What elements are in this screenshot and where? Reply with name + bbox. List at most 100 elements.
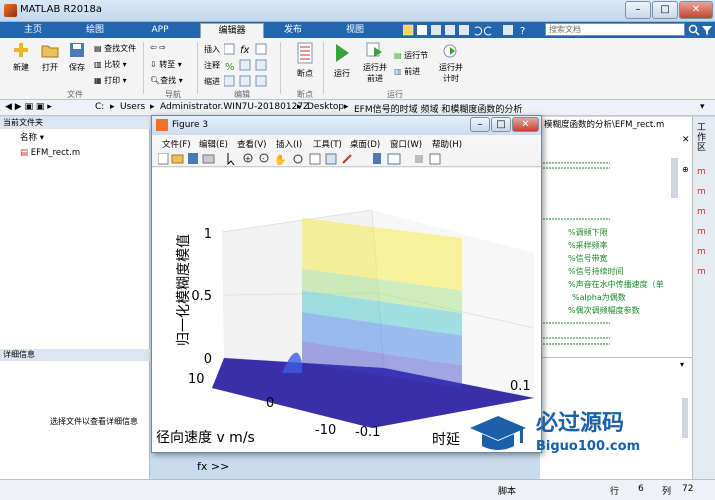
new-file-icon bbox=[14, 43, 28, 57]
save-button[interactable]: 保存 bbox=[64, 42, 90, 73]
group-bp-label: 断点 bbox=[297, 90, 313, 99]
menu-insert[interactable]: 插入(I) bbox=[276, 138, 302, 150]
x-tick-label: 0 bbox=[266, 396, 274, 411]
details-panel: 详细信息 选择文件以查看详细信息 bbox=[0, 349, 150, 479]
editor-panel[interactable]: 模糊度函数的分析\EFM_rect.m %调频下限 %采样频率 %信号带宽 %信… bbox=[540, 117, 692, 357]
path-segment[interactable]: Administrator.WIN7U-20180127Z bbox=[160, 102, 309, 112]
figure-icon bbox=[156, 119, 168, 131]
command-prompt[interactable]: fx >> bbox=[197, 460, 229, 473]
run-and-time-button[interactable]: 运行并 计时 bbox=[436, 42, 466, 84]
group-nav-label: 导航 bbox=[165, 90, 181, 99]
tab-publish[interactable]: 发布 bbox=[268, 22, 318, 38]
m-file-icon: m bbox=[697, 207, 706, 217]
tab-home[interactable]: 主页 bbox=[8, 22, 58, 38]
run-icon bbox=[336, 44, 349, 62]
tab-plots[interactable]: 绘图 bbox=[70, 22, 120, 38]
open-label: 打开 bbox=[42, 63, 58, 72]
code-comment: %偶次调频幅度参数 bbox=[568, 306, 640, 315]
path-segment[interactable]: Users bbox=[120, 102, 145, 112]
current-folder-panel: 当前文件夹 名称 ▾ ▤ EFM_rect.m bbox=[0, 117, 150, 349]
m-file-icon: m bbox=[697, 227, 706, 237]
chevron-down-icon[interactable]: ▾ bbox=[700, 102, 705, 112]
ribbon-separator bbox=[323, 42, 324, 94]
workspace-collapsed-bar[interactable]: 工作区 m m m m m m bbox=[692, 117, 715, 500]
path-segment[interactable]: EFM信号的时域 频域 和模糊度函数的分析 bbox=[354, 102, 522, 115]
print-button[interactable]: ▦ 打印 ▾ bbox=[94, 75, 127, 86]
col-label: 列 bbox=[662, 487, 672, 497]
workspace-label[interactable]: 工作区 bbox=[697, 123, 709, 153]
close-icon[interactable]: ✕ bbox=[682, 135, 690, 145]
file-list-item[interactable]: ▤ EFM_rect.m bbox=[20, 148, 80, 158]
svg-text:?: ? bbox=[520, 26, 525, 36]
chevron-down-icon[interactable]: ▾ bbox=[680, 360, 684, 369]
svg-text:%: % bbox=[225, 62, 235, 73]
tab-apps[interactable]: APP bbox=[135, 22, 185, 38]
filter-icon[interactable] bbox=[701, 24, 713, 36]
code-comment: %信号带宽 bbox=[568, 254, 608, 263]
watermark-logo: 必过源码 Biguo100.com bbox=[470, 410, 640, 454]
nav-arrows-icon[interactable]: ◀ ▶ ▣ ▣ ▸ bbox=[5, 102, 52, 112]
x-tick-label: 10 bbox=[188, 372, 205, 387]
code-comment: %信号持续时间 bbox=[568, 267, 624, 276]
find-button[interactable]: 🔍︎查找 ▾ bbox=[150, 75, 183, 86]
figure-toolbar-icons[interactable]: + - ✋ bbox=[158, 153, 458, 165]
figure-menu-bar: 文件(F) 编辑(E) 查看(V) 插入(I) 工具(T) 桌面(D) 窗口(W… bbox=[152, 135, 541, 151]
compare-button[interactable]: ▥ 比较 ▾ bbox=[94, 59, 127, 70]
matlab-logo-icon bbox=[4, 4, 17, 17]
back-forward-buttons[interactable]: ⇦ ⇨ bbox=[150, 43, 166, 52]
figure-title-bar[interactable]: Figure 3 – □ ✕ bbox=[152, 116, 541, 135]
path-separator: ▸ bbox=[150, 102, 155, 112]
col-value: 72 bbox=[682, 484, 694, 494]
m-file-icon: m bbox=[697, 267, 706, 277]
address-bar[interactable]: ◀ ▶ ▣ ▣ ▸ C: ▸ Users ▸ Administrator.WIN… bbox=[0, 100, 715, 116]
maximize-button[interactable]: □ bbox=[652, 1, 678, 19]
advance-button[interactable]: ▥ 前进 bbox=[394, 66, 420, 77]
name-column-header[interactable]: 名称 ▾ bbox=[20, 131, 44, 143]
new-button[interactable]: 新建 bbox=[6, 42, 36, 73]
search-icon[interactable] bbox=[688, 24, 700, 36]
insert-button[interactable]: 插入 bbox=[204, 44, 220, 55]
ribbon-separator bbox=[280, 42, 281, 94]
quick-access-toolbar[interactable]: ? bbox=[403, 24, 533, 36]
menu-desktop[interactable]: 桌面(D) bbox=[350, 138, 380, 150]
path-separator: ▸ bbox=[110, 102, 115, 112]
goto-button[interactable]: ⇩ 转至 ▾ bbox=[150, 59, 182, 70]
search-docs-input[interactable] bbox=[545, 23, 685, 36]
close-button[interactable]: ✕ bbox=[679, 1, 713, 19]
menu-help[interactable]: 帮助(H) bbox=[432, 138, 462, 150]
run-advance-icon bbox=[366, 42, 382, 57]
menu-window[interactable]: 窗口(W) bbox=[390, 138, 422, 150]
code-comment: %采样频率 bbox=[568, 241, 608, 250]
menu-file[interactable]: 文件(F) bbox=[162, 138, 191, 150]
menu-view[interactable]: 查看(V) bbox=[237, 138, 266, 150]
minimize-button[interactable]: – bbox=[625, 1, 651, 19]
goto-icon: ⇩ bbox=[150, 60, 160, 69]
watermark-text: 必过源码 bbox=[536, 410, 624, 436]
tab-view[interactable]: 视图 bbox=[330, 22, 380, 38]
breakpoints-button[interactable]: 断点 bbox=[290, 42, 320, 79]
svg-text:fx: fx bbox=[240, 45, 250, 56]
run-section-button[interactable]: ▤ 运行节 bbox=[394, 50, 428, 61]
figure-maximize-button[interactable]: □ bbox=[491, 117, 511, 132]
menu-edit[interactable]: 编辑(E) bbox=[199, 138, 228, 150]
figure-minimize-button[interactable]: – bbox=[470, 117, 490, 132]
edit-tools-icons[interactable]: fx % bbox=[224, 42, 274, 90]
surface-peak-ridge bbox=[282, 218, 463, 388]
scrollbar[interactable] bbox=[682, 398, 688, 438]
m-file-icon: ▤ bbox=[20, 148, 29, 158]
comment-button[interactable]: 注释 bbox=[204, 60, 220, 71]
menu-tools[interactable]: 工具(T) bbox=[313, 138, 342, 150]
path-segment[interactable]: C: bbox=[95, 102, 104, 112]
run-and-advance-button[interactable]: 运行并 前进 bbox=[360, 42, 390, 84]
find-files-button[interactable]: ▤ 查找文件 bbox=[94, 43, 136, 54]
run-button[interactable]: 运行 bbox=[328, 42, 356, 79]
indent-button[interactable]: 缩进 bbox=[204, 76, 220, 87]
editor-path: 模糊度函数的分析\EFM_rect.m bbox=[544, 120, 665, 130]
open-button[interactable]: 打开 bbox=[36, 42, 64, 73]
scroll-up-icon[interactable]: ⊕ bbox=[682, 165, 689, 174]
path-segment[interactable]: Desktop bbox=[307, 102, 344, 112]
x-axis-label: 径向速度 v m/s bbox=[156, 430, 255, 446]
tab-editor[interactable]: 编辑器 bbox=[200, 23, 264, 38]
m-file-icon: m bbox=[697, 167, 706, 177]
figure-close-button[interactable]: ✕ bbox=[512, 117, 539, 132]
